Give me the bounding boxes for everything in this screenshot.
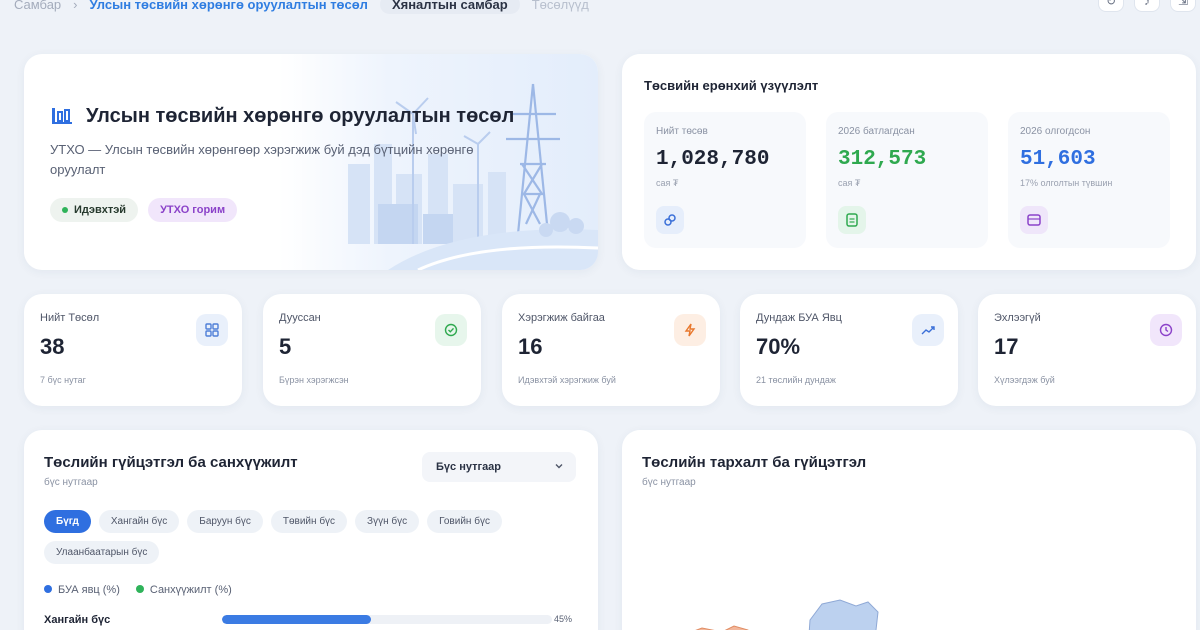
stat-subtext: 21 төслийн дундаж [756, 375, 836, 385]
tab-dashboard[interactable]: Хяналтын самбар [379, 0, 520, 14]
document-icon [838, 206, 866, 234]
legend-item-progress: БУА явц (%) [44, 584, 120, 596]
region-filter-chips: Бүгд Хангайн бүс Баруун бүс Төвийн бүс З… [44, 510, 584, 564]
status-badge: Идэвхтэй [50, 198, 139, 222]
mode-badge: УТХО горим [148, 198, 238, 222]
progress-row: Хангайн бүс 45% [44, 612, 584, 630]
performance-subtitle: бүс нутгаар [44, 477, 98, 488]
page-description: УТХО — Улсын төсвийн хөрөнгөөр хэрэгжиж … [50, 142, 474, 177]
budget-total-label: Нийт төсөв [656, 126, 708, 137]
legend-dot-icon [135, 585, 144, 593]
card-icon [1020, 206, 1048, 234]
progress-row-value: 45% [553, 614, 572, 624]
grid-icon [196, 314, 228, 346]
clock-icon [1150, 314, 1182, 346]
check-circle-icon [435, 314, 467, 346]
lightning-icon [674, 314, 706, 346]
hero-card: Улсын төсвийн хөрөнгө оруулалтын төсөл У… [24, 54, 598, 270]
top-bar: Самбар › Улсын төсвийн хөрөнгө оруулалты… [0, 0, 1200, 14]
breadcrumb-separator: › [73, 0, 78, 12]
exit-icon[interactable]: ⇲ [1170, 0, 1196, 12]
progress-row-label: Хангайн бүс [44, 614, 111, 626]
chip-ulaanbaatar[interactable]: Улаанбаатарын бүс [44, 541, 160, 564]
stat-subtext: Идэвхтэй хэрэгжиж буй [518, 375, 616, 385]
performance-card: Төслийн гүйцэтгэл ба санхүүжилт бүс нутг… [24, 430, 598, 630]
page-title: Улсын төсвийн хөрөнгө оруулалтын төсөл [86, 104, 515, 127]
chip-central[interactable]: Төвийн бүс [270, 510, 348, 533]
stat-value: 38 [40, 334, 65, 359]
map-region-north[interactable] [808, 599, 882, 630]
region-select-value: Бүс нутгаар [436, 461, 502, 473]
region-select[interactable]: Бүс нутгаар [422, 452, 576, 482]
budget-overview-card: Төсвийн ерөнхий үзүүлэлт Нийт төсөв 1,02… [622, 54, 1196, 270]
budget-approved-value: 312,573 [838, 148, 927, 171]
chevron-down-icon [555, 464, 563, 469]
chip-all[interactable]: Бүгд [44, 510, 91, 533]
budget-disbursed-rate: 17% олголтын түвшин [1020, 178, 1113, 188]
top-actions: ↻ ♪ ⇲ [1098, 0, 1196, 12]
breadcrumb-home[interactable]: Самбар [14, 0, 61, 12]
distribution-title: Төслийн тархалт ба гүйцэтгэл [642, 454, 867, 471]
stat-card-total-projects: Нийт Төсөл 38 7 бүс нутаг [24, 294, 242, 406]
stat-card-completed: Дууссан 5 Бүрэн хэрэгжсэн [263, 294, 481, 406]
stat-subtext: 7 бүс нутаг [40, 375, 86, 385]
link-icon [656, 206, 684, 234]
status-badge-label: Идэвхтэй [74, 204, 127, 216]
stat-value: 5 [279, 334, 292, 359]
budget-disbursed-label: 2026 олгогдсон [1020, 126, 1091, 137]
budget-total-card: Нийт төсөв 1,028,780 сая ₮ [644, 112, 806, 248]
stat-label: Дууссан [279, 312, 321, 324]
budget-disbursed-value: 51,603 [1020, 148, 1096, 171]
breadcrumb-current[interactable]: Улсын төсвийн хөрөнгө оруулалтын төсөл [90, 0, 368, 12]
budget-approved-card: 2026 батлагдсан 312,573 сая ₮ [826, 112, 988, 248]
region-map [682, 599, 882, 630]
budget-total-value: 1,028,780 [656, 148, 770, 171]
stat-value: 70% [756, 334, 801, 359]
legend-item-funding: Санхүүжилт (%) [135, 584, 232, 596]
progress-bar-fill [222, 615, 371, 624]
budget-approved-unit: сая ₮ [838, 178, 861, 188]
budget-disbursed-card: 2026 олгогдсон 51,603 17% олголтын түвши… [1008, 112, 1170, 248]
chart-legend: БУА явц (%) Санхүүжилт (%) [44, 584, 232, 596]
stat-card-average-progress: Дундаж БУА Явц 70% 21 төслийн дундаж [740, 294, 958, 406]
chip-gobi[interactable]: Говийн бүс [427, 510, 502, 533]
chip-khangai[interactable]: Хангайн бүс [98, 510, 180, 533]
distribution-subtitle: бүс нутгаар [642, 477, 696, 488]
progress-bar-track [222, 615, 552, 624]
stat-label: Хэрэгжиж байгаа [518, 312, 605, 324]
bar-chart-icon [52, 108, 72, 124]
budget-approved-label: 2026 батлагдсан [838, 126, 915, 137]
chip-east[interactable]: Зүүн бүс [355, 510, 420, 533]
map-region-west[interactable] [682, 625, 756, 630]
chip-west[interactable]: Баруун бүс [187, 510, 263, 533]
stat-card-in-progress: Хэрэгжиж байгаа 16 Идэвхтэй хэрэгжиж буй [502, 294, 720, 406]
distribution-card: Төслийн тархалт ба гүйцэтгэл бүс нутгаар [622, 430, 1196, 630]
stat-value: 17 [994, 334, 1019, 359]
stat-subtext: Хүлээгдэж буй [994, 375, 1055, 385]
tab-projects[interactable]: Төсөлүүд [532, 0, 589, 12]
stat-card-not-started: Эхлээгүй 17 Хүлээгдэж буй [978, 294, 1196, 406]
legend-dot-icon [44, 585, 52, 593]
stat-label: Дундаж БУА Явц [756, 312, 842, 324]
trend-up-icon [912, 314, 944, 346]
performance-title: Төслийн гүйцэтгэл ба санхүүжилт [44, 454, 298, 471]
stat-label: Эхлээгүй [994, 312, 1041, 324]
budget-total-unit: сая ₮ [656, 178, 679, 188]
refresh-icon[interactable]: ↻ [1098, 0, 1124, 12]
stat-value: 16 [518, 334, 543, 359]
breadcrumb: Самбар › Улсын төсвийн хөрөнгө оруулалты… [14, 0, 589, 14]
stat-label: Нийт Төсөл [40, 312, 100, 324]
stat-subtext: Бүрэн хэрэгжсэн [279, 375, 349, 385]
status-dot-icon [62, 207, 68, 213]
bell-icon[interactable]: ♪ [1134, 0, 1160, 12]
budget-title: Төсвийн ерөнхий үзүүлэлт [644, 78, 819, 93]
